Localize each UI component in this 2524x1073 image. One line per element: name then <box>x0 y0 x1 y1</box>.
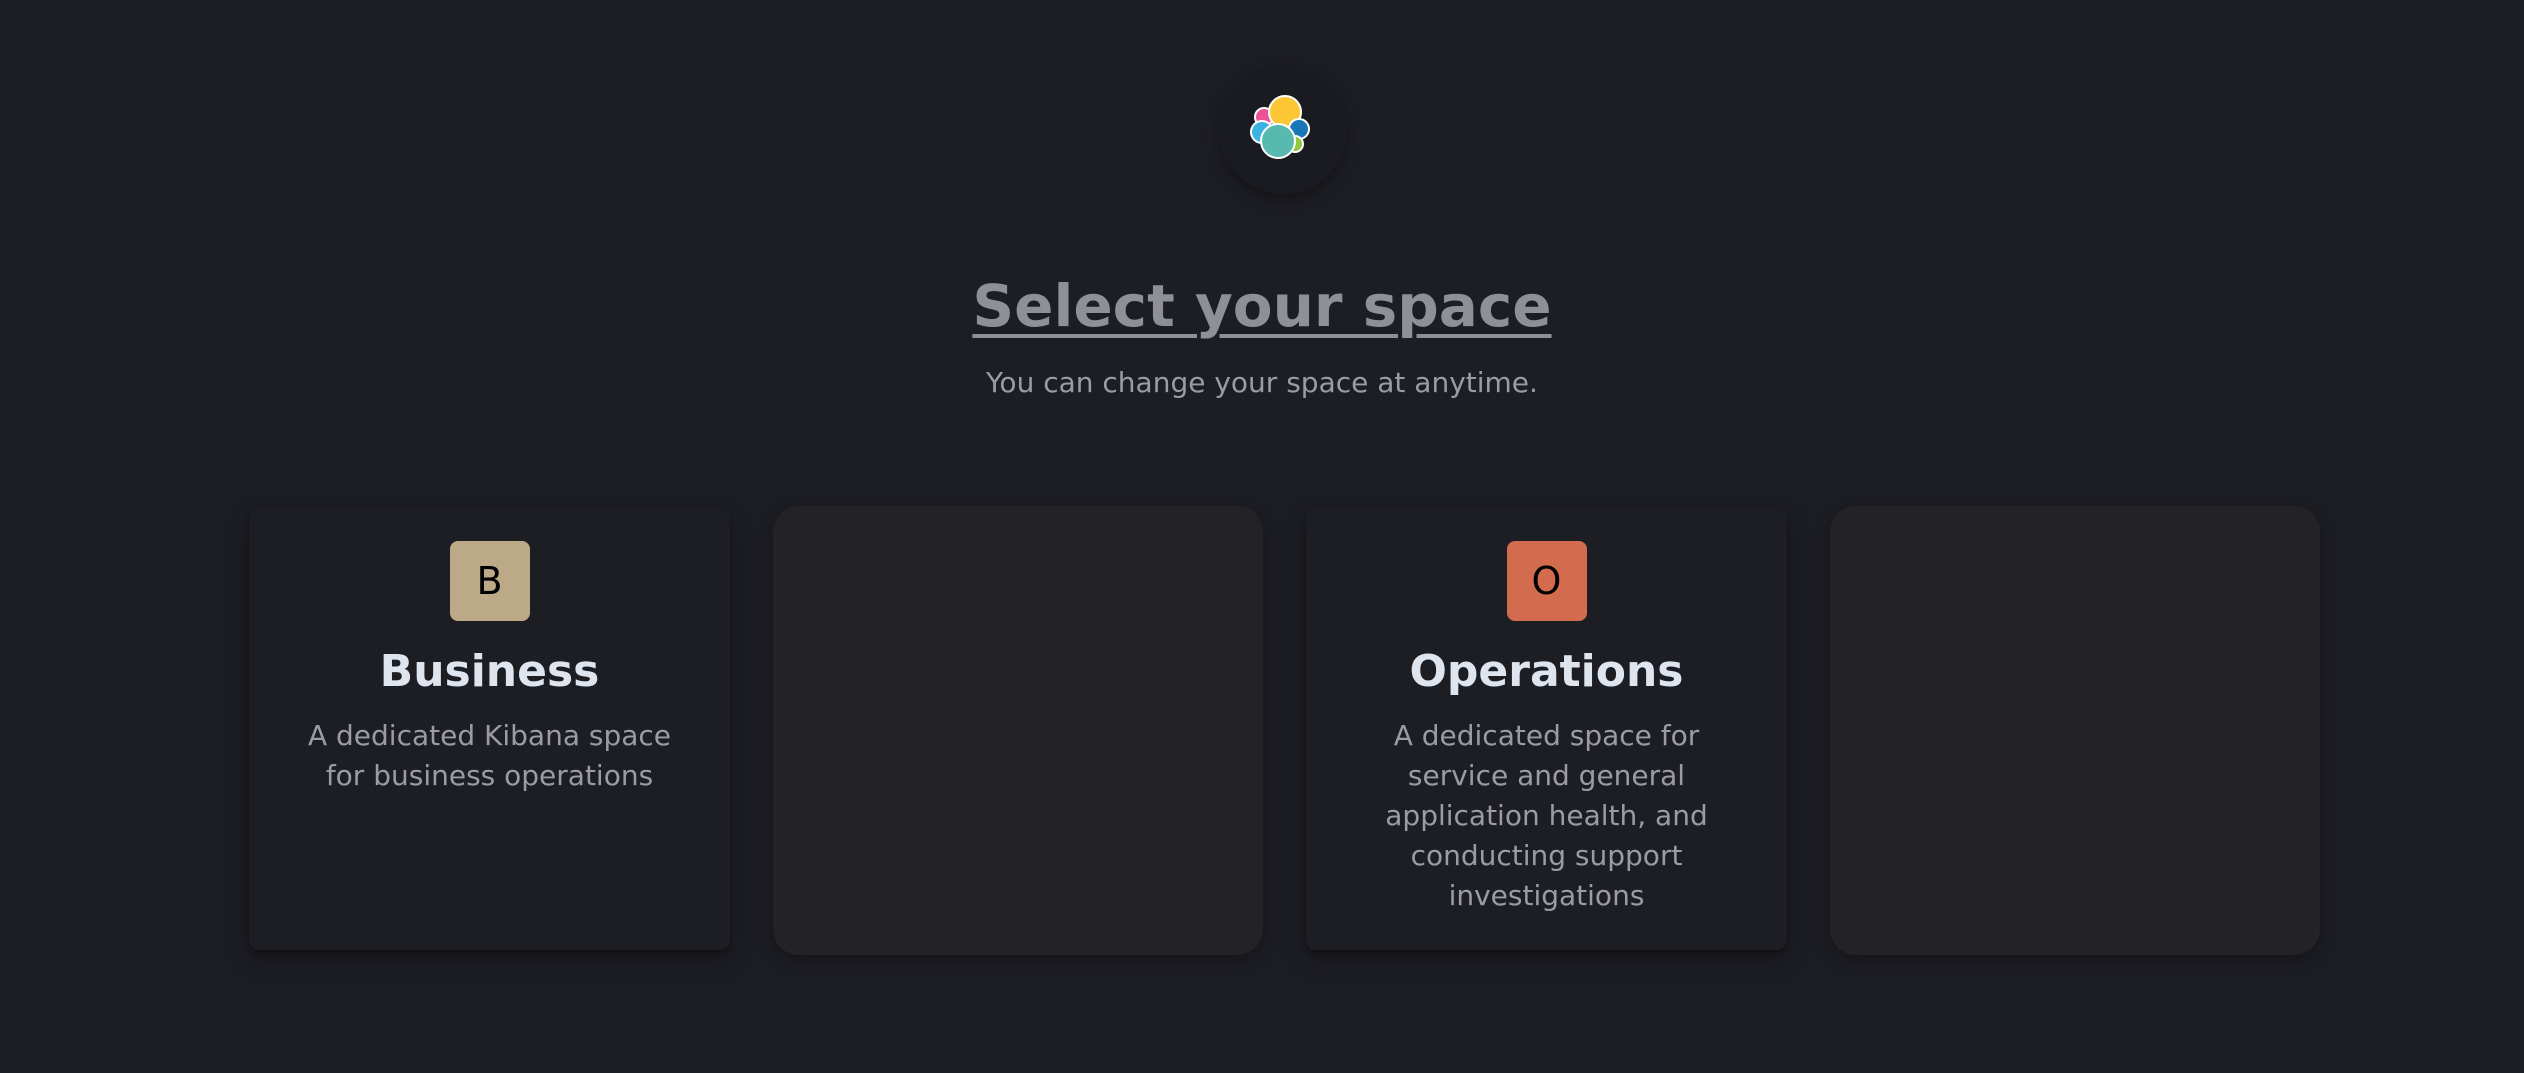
elastic-logo-icon <box>1250 95 1310 159</box>
page-subtitle: You can change your space at anytime. <box>986 366 1538 399</box>
space-name: Operations <box>1409 646 1684 697</box>
space-card-operations[interactable]: O Operations A dedicated space for servi… <box>1306 508 1787 950</box>
space-selector-page: Select your space You can change your sp… <box>0 0 2524 1073</box>
space-description: A dedicated space for service and genera… <box>1385 719 1708 912</box>
space-card-placeholder <box>773 506 1263 955</box>
space-card-business[interactable]: B Business A dedicated Kibana space for … <box>249 508 730 950</box>
space-name: Business <box>379 646 600 697</box>
elastic-logo <box>1219 66 1347 194</box>
space-avatar: B <box>449 541 530 621</box>
page-title[interactable]: Select your space <box>0 272 2524 340</box>
space-description: A dedicated Kibana space for business op… <box>307 719 672 792</box>
space-avatar: O <box>1506 541 1587 621</box>
space-card-placeholder <box>1830 506 2320 955</box>
